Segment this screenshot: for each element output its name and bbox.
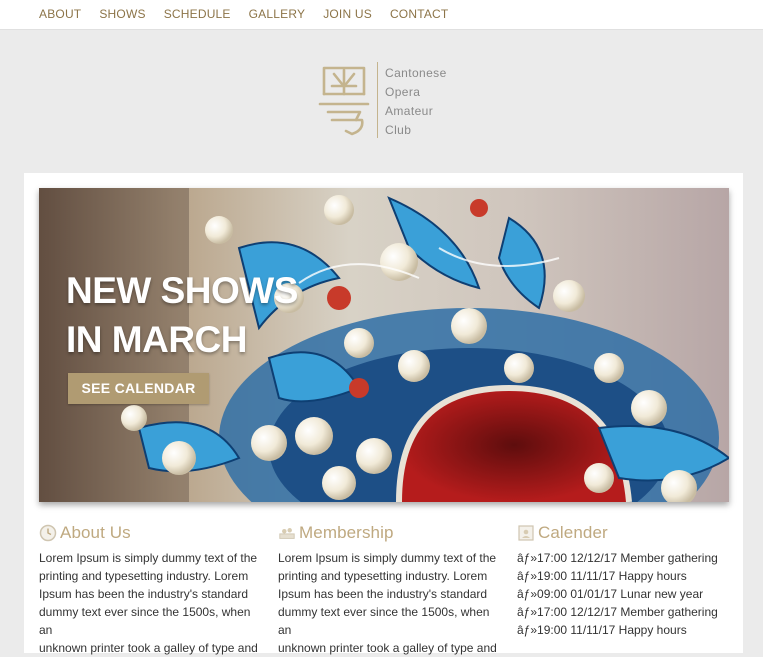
- calendar-event[interactable]: âƒ»17:00 12/12/17 Member gathering: [517, 603, 747, 621]
- logo-divider: [377, 62, 378, 138]
- site-logo[interactable]: Cantonese Opera Amateur Club: [316, 58, 466, 144]
- nav-item-schedule[interactable]: SCHEDULE: [164, 7, 231, 21]
- calendar-events: âƒ»17:00 12/12/17 Member gathering âƒ»19…: [517, 549, 747, 639]
- logo-line: Cantonese: [385, 66, 447, 80]
- nav-item-about[interactable]: ABOUT: [39, 7, 81, 21]
- logo-line: Opera: [385, 85, 421, 99]
- calendar-section: Calender âƒ»17:00 12/12/17 Member gather…: [517, 521, 747, 639]
- clock-icon: [39, 524, 57, 542]
- calendar-event[interactable]: âƒ»09:00 01/01/17 Lunar new year: [517, 585, 747, 603]
- text-line: dummy text ever since the 1500s, when an: [278, 605, 490, 637]
- text-line: dummy text ever since the 1500s, when an: [39, 605, 251, 637]
- membership-heading: Membership: [278, 521, 498, 545]
- text-line: unknown printer took a galley of type an…: [278, 641, 497, 655]
- nav-item-shows[interactable]: SHOWS: [99, 7, 145, 21]
- hero-banner: NEW SHOWS IN MARCH SEE CALENDAR: [39, 188, 729, 502]
- nav-item-join-us[interactable]: JOIN US: [323, 7, 372, 21]
- nav-item-contact[interactable]: CONTACT: [390, 7, 449, 21]
- text-line: unknown printer took a galley of type an…: [39, 641, 258, 655]
- text-line: Lorem Ipsum is simply dummy text of the: [278, 551, 497, 565]
- membership-title: Membership: [299, 523, 394, 542]
- about-title: About Us: [60, 523, 131, 542]
- hero-headline-line: NEW SHOWS: [66, 270, 298, 311]
- calendar-event[interactable]: âƒ»17:00 12/12/17 Member gathering: [517, 549, 747, 567]
- text-line: Ipsum has been the industry's standard: [39, 587, 249, 601]
- membership-icon: [279, 528, 295, 539]
- calendar-event[interactable]: âƒ»19:00 11/11/17 Happy hours: [517, 567, 747, 585]
- about-section: About Us Lorem Ipsum is simply dummy tex…: [39, 521, 259, 657]
- text-line: Ipsum has been the industry's standard: [278, 587, 488, 601]
- hero-headline: NEW SHOWS IN MARCH: [66, 266, 298, 364]
- text-line: printing and typesetting industry. Lorem: [39, 569, 249, 583]
- text-line: printing and typesetting industry. Lorem: [278, 569, 488, 583]
- nav-item-gallery[interactable]: GALLERY: [249, 7, 306, 21]
- top-nav: ABOUT SHOWS SCHEDULE GALLERY JOIN US CON…: [0, 0, 763, 30]
- calendar-title: Calender: [538, 523, 608, 542]
- hero-headline-line: IN MARCH: [66, 319, 247, 360]
- logo-line: Amateur: [385, 104, 434, 118]
- calendar-icon: [518, 525, 534, 541]
- about-heading: About Us: [39, 521, 259, 545]
- calendar-event[interactable]: âƒ»19:00 11/11/17 Happy hours: [517, 621, 747, 639]
- logo-glyph-icon: [318, 66, 370, 136]
- logo-line: Club: [385, 123, 412, 137]
- calendar-heading: Calender: [517, 521, 747, 545]
- text-line: Lorem Ipsum is simply dummy text of the: [39, 551, 258, 565]
- logo-text: Cantonese Opera Amateur Club: [385, 64, 447, 140]
- membership-section: Membership Lorem Ipsum is simply dummy t…: [278, 521, 498, 657]
- see-calendar-button[interactable]: SEE CALENDAR: [68, 373, 209, 404]
